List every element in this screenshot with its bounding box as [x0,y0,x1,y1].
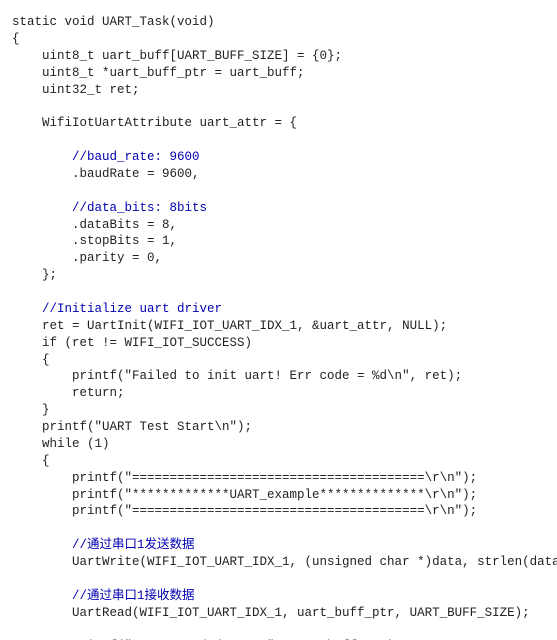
code-line: .parity = 0, [12,251,162,265]
code-line: //data_bits: 8bits [12,201,207,215]
code-line: { [12,32,20,46]
code-line: .dataBits = 8, [12,218,177,232]
code-line: while (1) [12,437,110,451]
code-line: printf("================================… [12,504,477,518]
code-line: uint8_t *uart_buff_ptr = uart_buff; [12,66,305,80]
code-line: return; [12,386,125,400]
code-line: UartWrite(WIFI_IOT_UART_IDX_1, (unsigned… [12,555,557,569]
code-line: }; [12,268,57,282]
code-line: uint32_t ret; [12,83,140,97]
code-line: printf("Failed to init uart! Err code = … [12,369,462,383]
code-line: UartRead(WIFI_IOT_UART_IDX_1, uart_buff_… [12,606,530,620]
code-block: static void UART_Task(void) { uint8_t ua… [0,0,557,640]
code-line: .baudRate = 9600, [12,167,200,181]
code-line: { [12,454,50,468]
code-line: static void UART_Task(void) [12,15,215,29]
code-line: } [12,403,50,417]
code-line: .stopBits = 1, [12,234,177,248]
code-line: //通过串口1发送数据 [12,538,195,552]
code-line: printf("*************UART_example*******… [12,488,477,502]
code-line: //baud_rate: 9600 [12,150,200,164]
code-line: printf("================================… [12,471,477,485]
code-line: if (ret != WIFI_IOT_SUCCESS) [12,336,252,350]
code-line: uint8_t uart_buff[UART_BUFF_SIZE] = {0}; [12,49,342,63]
code-line: //通过串口1接收数据 [12,589,195,603]
code-line: { [12,353,50,367]
code-line: //Initialize uart driver [12,302,222,316]
code-line: WifiIotUartAttribute uart_attr = { [12,116,297,130]
code-line: ret = UartInit(WIFI_IOT_UART_IDX_1, &uar… [12,319,447,333]
code-line: printf("UART Test Start\n"); [12,420,252,434]
